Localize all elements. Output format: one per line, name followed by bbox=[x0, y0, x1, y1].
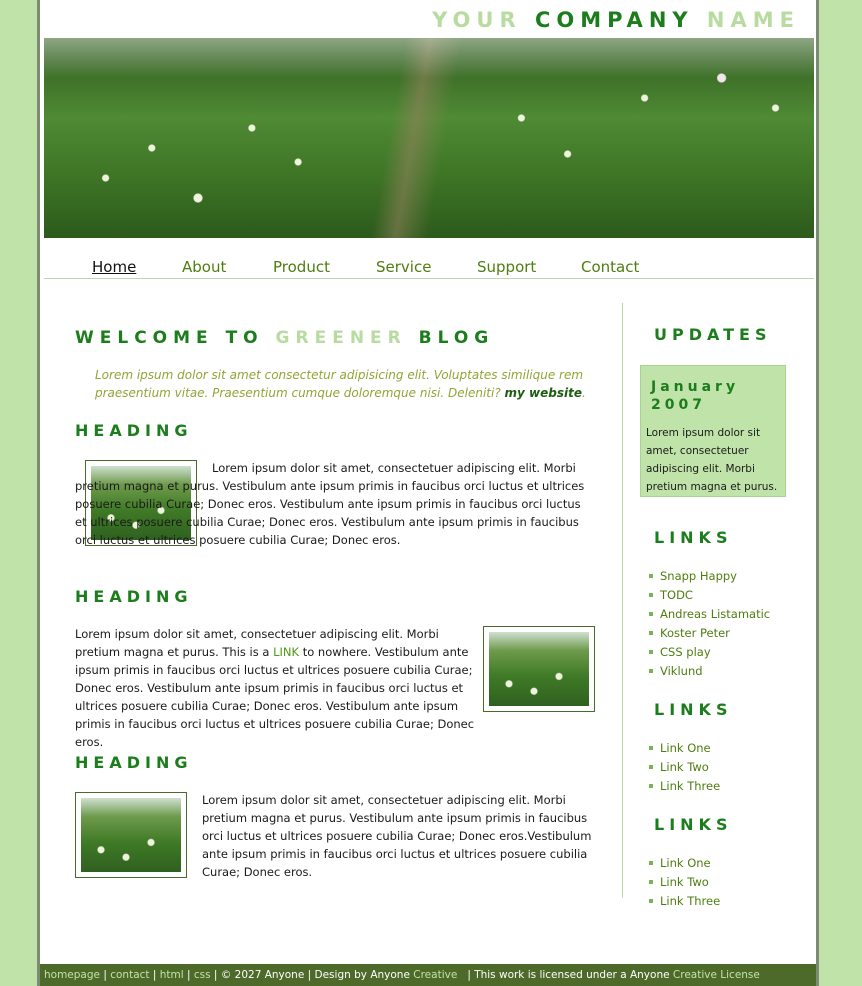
logo-word-company: COMPANY bbox=[534, 8, 694, 32]
links-list-1: Snapp Happy TODC Andreas Listamatic Kost… bbox=[646, 567, 816, 681]
sidebar-link[interactable]: Link Two bbox=[646, 758, 816, 777]
links-heading-2: LINKS bbox=[654, 700, 733, 719]
footer-designer: Anyone bbox=[370, 969, 410, 981]
sidebar-link[interactable]: Link One bbox=[646, 739, 816, 758]
section-heading-1: HEADING bbox=[75, 421, 193, 440]
footer-license-link[interactable]: License bbox=[720, 969, 760, 981]
nav-support[interactable]: Support bbox=[477, 258, 536, 276]
footer: homepage | contact | html | css | © 2027… bbox=[40, 964, 816, 986]
footer-copyright: © 2027 Anyone | Design by bbox=[220, 969, 367, 981]
section-2-thumbnail bbox=[483, 626, 595, 712]
sidebar-link[interactable]: Link Two bbox=[646, 873, 816, 892]
footer-license-text: | This work is licensed under a Anyone bbox=[467, 969, 670, 981]
intro-text: Lorem ipsum dolor sit amet consectetur a… bbox=[95, 368, 586, 400]
footer-creative-link-1[interactable]: Creative bbox=[413, 969, 457, 981]
updates-box: January 2007 Lorem ipsum dolor sit amet,… bbox=[640, 365, 786, 497]
header-banner-image bbox=[44, 38, 814, 238]
links-heading-1: LINKS bbox=[654, 528, 733, 547]
links-list-2: Link One Link Two Link Three bbox=[646, 739, 816, 796]
links-heading-3: LINKS bbox=[654, 815, 733, 834]
nav-service[interactable]: Service bbox=[376, 258, 431, 276]
logo-word-name: NAME bbox=[706, 8, 800, 32]
section-3-text: Lorem ipsum dolor sit amet, consectetuer… bbox=[202, 793, 592, 879]
page-container: YOUR COMPANY NAME Home About Product Ser… bbox=[37, 0, 819, 986]
footer-link-contact[interactable]: contact bbox=[110, 969, 149, 981]
update-date: January 2007 bbox=[651, 379, 740, 413]
sidebar-link[interactable]: CSS play bbox=[646, 643, 816, 662]
sidebar-link[interactable]: Koster Peter bbox=[646, 624, 816, 643]
site-logo[interactable]: YOUR COMPANY NAME bbox=[432, 6, 800, 34]
sidebar-link[interactable]: Viklund bbox=[646, 662, 816, 681]
footer-link-html[interactable]: html bbox=[160, 969, 184, 981]
section-1-text: Lorem ipsum dolor sit amet, consectetuer… bbox=[75, 461, 585, 547]
sidebar-link[interactable]: Link Three bbox=[646, 777, 816, 796]
nav-about[interactable]: About bbox=[182, 258, 226, 276]
footer-creative-link-2[interactable]: Creative bbox=[673, 969, 717, 981]
page-title: WELCOME TO GREENER BLOG bbox=[75, 328, 495, 348]
nav-home[interactable]: Home bbox=[92, 258, 136, 276]
section-3-thumbnail bbox=[75, 792, 187, 878]
section-2-text: Lorem ipsum dolor sit amet, consectetuer… bbox=[75, 627, 475, 749]
nav-product[interactable]: Product bbox=[273, 258, 330, 276]
footer-link-homepage[interactable]: homepage bbox=[44, 969, 100, 981]
links-list-3: Link One Link Two Link Three bbox=[646, 854, 816, 911]
update-text: Lorem ipsum dolor sit amet, consectetuer… bbox=[646, 427, 778, 493]
sidebar-link[interactable]: Link Three bbox=[646, 892, 816, 911]
sidebar-link[interactable]: TODC bbox=[646, 586, 816, 605]
my-website-link[interactable]: my website bbox=[505, 386, 582, 400]
section-heading-3: HEADING bbox=[75, 753, 193, 772]
logo-word-your: YOUR bbox=[432, 8, 522, 32]
updates-heading: UPDATES bbox=[654, 325, 772, 344]
nowhere-link[interactable]: LINK bbox=[273, 645, 299, 659]
column-divider bbox=[622, 303, 623, 898]
main-nav: Home About Product Service Support Conta… bbox=[44, 248, 814, 279]
footer-link-css[interactable]: css bbox=[194, 969, 211, 981]
sidebar-link[interactable]: Link One bbox=[646, 854, 816, 873]
sidebar-link[interactable]: Andreas Listamatic bbox=[646, 605, 816, 624]
section-heading-2: HEADING bbox=[75, 587, 193, 606]
nav-contact[interactable]: Contact bbox=[581, 258, 639, 276]
sidebar-link[interactable]: Snapp Happy bbox=[646, 567, 816, 586]
